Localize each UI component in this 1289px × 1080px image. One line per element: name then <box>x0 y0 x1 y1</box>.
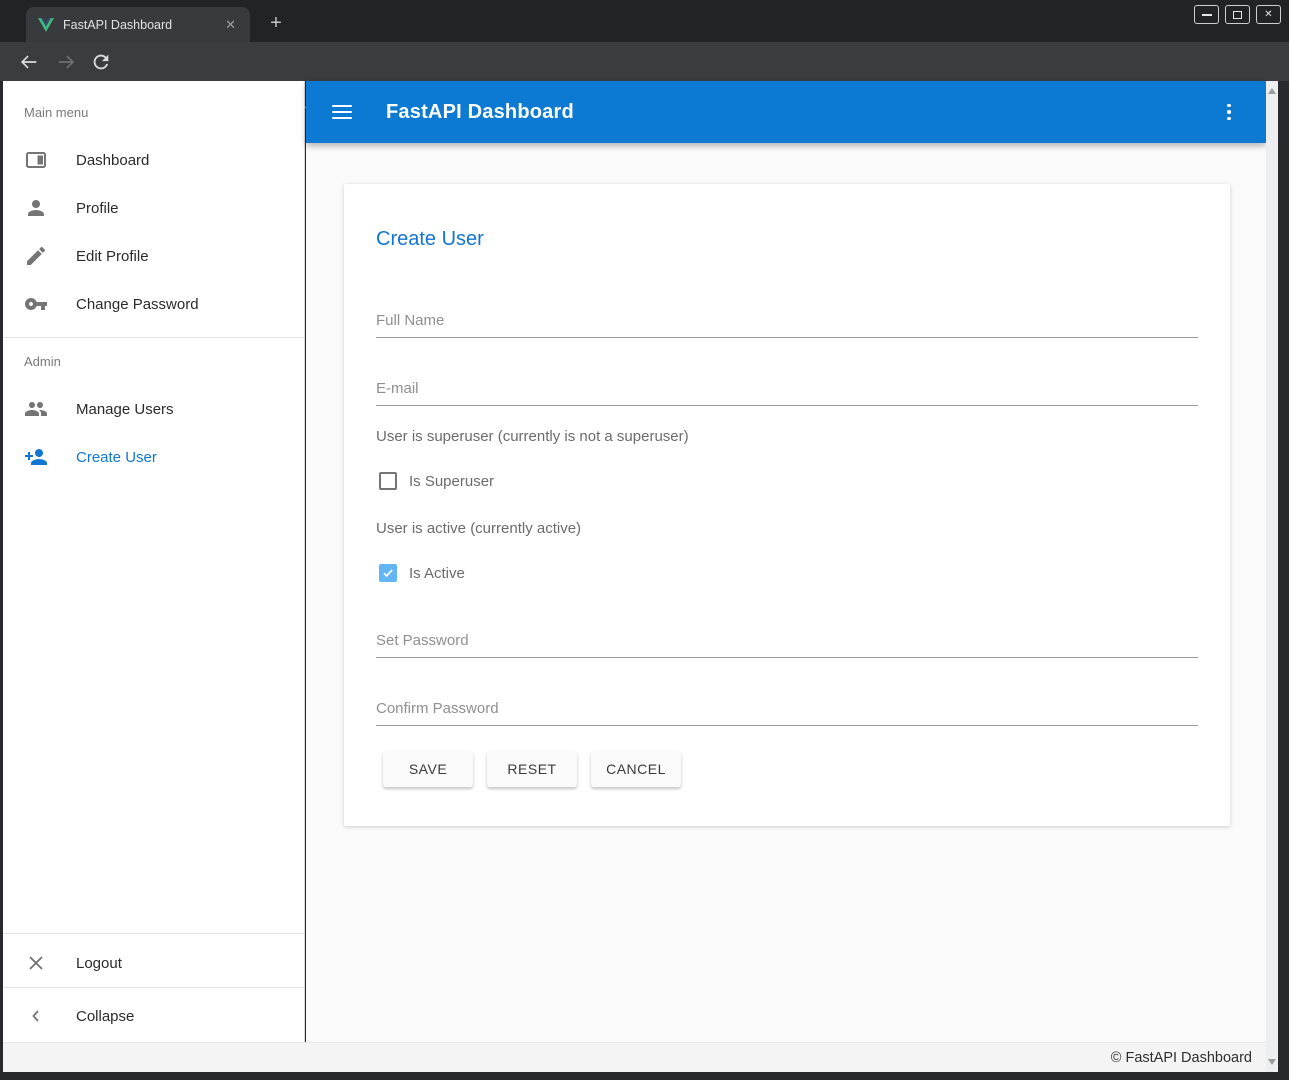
back-icon[interactable] <box>18 51 40 73</box>
checkbox-label: Is Superuser <box>409 473 494 490</box>
sidebar-item-profile[interactable]: Profile <box>3 184 304 232</box>
sidebar-item-manage-users[interactable]: Manage Users <box>3 385 304 433</box>
close-window-button[interactable]: ✕ <box>1256 5 1281 24</box>
email-input[interactable] <box>376 372 1198 406</box>
window-controls: ✕ <box>1194 5 1281 24</box>
sidebar-divider <box>3 337 304 338</box>
sidebar-item-label: Change Password <box>76 296 199 313</box>
pencil-icon <box>24 244 48 268</box>
app-bar-menu-icon[interactable] <box>1218 101 1240 123</box>
sidebar-divider <box>3 933 304 934</box>
chevron-left-icon <box>24 1004 48 1028</box>
maximize-button[interactable] <box>1225 5 1250 24</box>
scroll-down-icon[interactable] <box>1268 1059 1276 1065</box>
page-title: Create User <box>376 228 484 251</box>
forward-icon[interactable] <box>55 51 77 73</box>
full-name-field <box>376 304 1198 338</box>
sidebar-item-edit-profile[interactable]: Edit Profile <box>3 232 304 280</box>
superuser-note: User is superuser (currently is not a su… <box>376 428 689 445</box>
tab-close-icon[interactable]: ✕ <box>221 15 240 35</box>
app-bar-title: FastAPI Dashboard <box>386 101 574 124</box>
close-icon <box>24 951 48 975</box>
is-superuser-checkbox-row[interactable]: Is Superuser <box>379 471 494 491</box>
main-content: FastAPI Dashboard Create User User is su… <box>306 81 1266 1042</box>
minimize-icon <box>1202 14 1212 16</box>
sidebar-divider <box>3 987 304 988</box>
full-name-input[interactable] <box>376 304 1198 338</box>
sidebar-item-label: Dashboard <box>76 152 149 169</box>
browser-window: FastAPI Dashboard ✕ + ✕ localhost/main/a… <box>0 0 1289 1080</box>
is-active-checkbox[interactable] <box>379 564 397 582</box>
key-icon <box>24 292 48 316</box>
person-icon <box>24 196 48 220</box>
sidebar-item-label: Edit Profile <box>76 248 149 265</box>
app-bar: FastAPI Dashboard <box>306 81 1266 143</box>
sidebar-item-label: Create User <box>76 449 157 466</box>
sidebar-section-main-menu: Main menu <box>24 105 88 120</box>
set-password-input[interactable] <box>376 624 1198 658</box>
vertical-scrollbar[interactable] <box>1266 81 1278 1072</box>
confirm-password-input[interactable] <box>376 692 1198 726</box>
dashboard-icon <box>24 148 48 172</box>
browser-tab[interactable]: FastAPI Dashboard ✕ <box>26 7 250 42</box>
set-password-field <box>376 624 1198 658</box>
vue-favicon-icon <box>38 18 54 32</box>
maximize-icon <box>1233 11 1242 19</box>
is-superuser-checkbox[interactable] <box>379 472 397 490</box>
sidebar-item-collapse[interactable]: Collapse <box>3 992 304 1040</box>
reset-button[interactable]: RESET <box>487 751 577 787</box>
form-buttons: SAVE RESET CANCEL <box>383 751 681 787</box>
confirm-password-field <box>376 692 1198 726</box>
cancel-button[interactable]: CANCEL <box>591 751 681 787</box>
email-field <box>376 372 1198 406</box>
tab-title: FastAPI Dashboard <box>63 18 221 32</box>
sidebar-section-admin: Admin <box>24 354 61 369</box>
sidebar-item-label: Manage Users <box>76 401 174 418</box>
sidebar-item-change-password[interactable]: Change Password <box>3 280 304 328</box>
people-icon <box>24 397 48 421</box>
create-user-card: Create User User is superuser (currently… <box>344 184 1230 826</box>
copyright-text: © FastAPI Dashboard <box>1111 1050 1252 1066</box>
sidebar-item-label: Profile <box>76 200 119 217</box>
new-tab-button[interactable]: + <box>262 10 290 38</box>
browser-toolbar: localhost/main/admin/users/create <box>0 42 1289 81</box>
scroll-up-icon[interactable] <box>1268 88 1276 94</box>
sidebar: Main menu Dashboard Profile Edit Profile <box>3 81 305 1042</box>
page-footer: © FastAPI Dashboard <box>3 1042 1266 1072</box>
check-icon <box>381 566 395 580</box>
hamburger-menu-icon[interactable] <box>332 105 352 119</box>
sidebar-item-create-user[interactable]: Create User <box>3 433 304 481</box>
active-note: User is active (currently active) <box>376 520 581 537</box>
tab-strip: FastAPI Dashboard ✕ + ✕ <box>0 0 1289 42</box>
reload-icon[interactable] <box>90 51 112 73</box>
save-button[interactable]: SAVE <box>383 751 473 787</box>
sidebar-item-dashboard[interactable]: Dashboard <box>3 136 304 184</box>
person-add-icon <box>24 445 48 469</box>
minimize-button[interactable] <box>1194 5 1219 24</box>
sidebar-item-logout[interactable]: Logout <box>3 939 304 987</box>
sidebar-item-label: Logout <box>76 955 122 972</box>
is-active-checkbox-row[interactable]: Is Active <box>379 563 465 583</box>
checkbox-label: Is Active <box>409 565 465 582</box>
sidebar-item-label: Collapse <box>76 1008 134 1025</box>
